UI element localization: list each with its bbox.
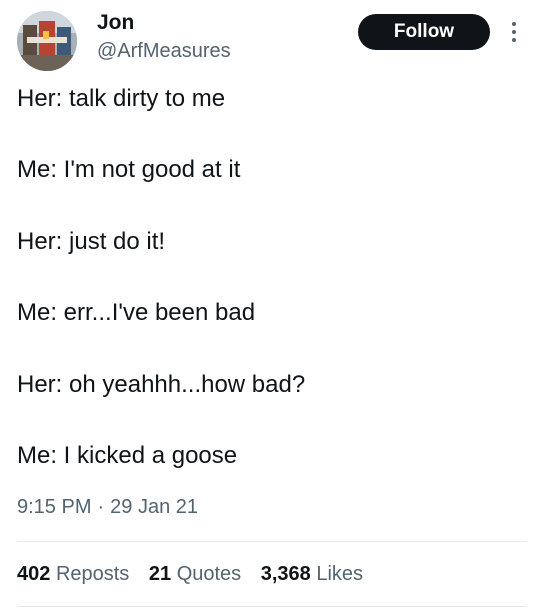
tweet-detail: Jon @ArfMeasures Follow Her: talk dirty …: [0, 0, 545, 612]
likes-count: 3,368: [260, 563, 311, 585]
tweet-line: Me: I'm not good at it: [17, 156, 241, 184]
reposts-label: Reposts: [55, 563, 130, 585]
quotes-stat[interactable]: 21 Quotes: [149, 561, 241, 587]
likes-stat[interactable]: 3,368 Likes: [261, 561, 363, 587]
author-display-name[interactable]: Jon: [97, 10, 231, 36]
quotes-label: Quotes: [176, 563, 242, 585]
tweet-header: Jon @ArfMeasures Follow: [16, 8, 526, 72]
tweet-text: Her: talk dirty to me Me: I'm not good a…: [17, 84, 527, 512]
tweet-date[interactable]: 29 Jan 21: [110, 496, 198, 518]
tweet-line: Me: I kicked a goose: [17, 441, 238, 469]
tweet-line: Her: oh yeahhh...how bad?: [17, 370, 306, 398]
tweet-line: Me: err...I've been bad: [17, 299, 256, 327]
quotes-count: 21: [148, 563, 172, 585]
reposts-stat[interactable]: 402 Reposts: [17, 561, 129, 587]
meta-separator: ·: [97, 496, 105, 518]
tweet-time[interactable]: 9:15 PM: [17, 496, 91, 518]
author-names: Jon @ArfMeasures: [97, 10, 231, 64]
likes-label: Likes: [316, 563, 364, 585]
tweet-timestamp: 9:15 PM · 29 Jan 21: [17, 494, 198, 520]
tweet-line: Her: talk dirty to me: [17, 85, 226, 112]
follow-button[interactable]: Follow: [358, 14, 490, 50]
tweet-line: Her: just do it!: [17, 227, 166, 255]
divider-bottom: [17, 606, 527, 607]
reposts-count: 402: [17, 563, 51, 585]
more-vertical-icon[interactable]: [504, 18, 524, 46]
avatar[interactable]: [17, 11, 77, 71]
divider-top: [17, 541, 527, 542]
avatar-image: [17, 11, 77, 71]
author-handle[interactable]: @ArfMeasures: [97, 38, 231, 64]
engagement-stats: 402 Reposts 21 Quotes 3,368 Likes: [17, 561, 377, 587]
